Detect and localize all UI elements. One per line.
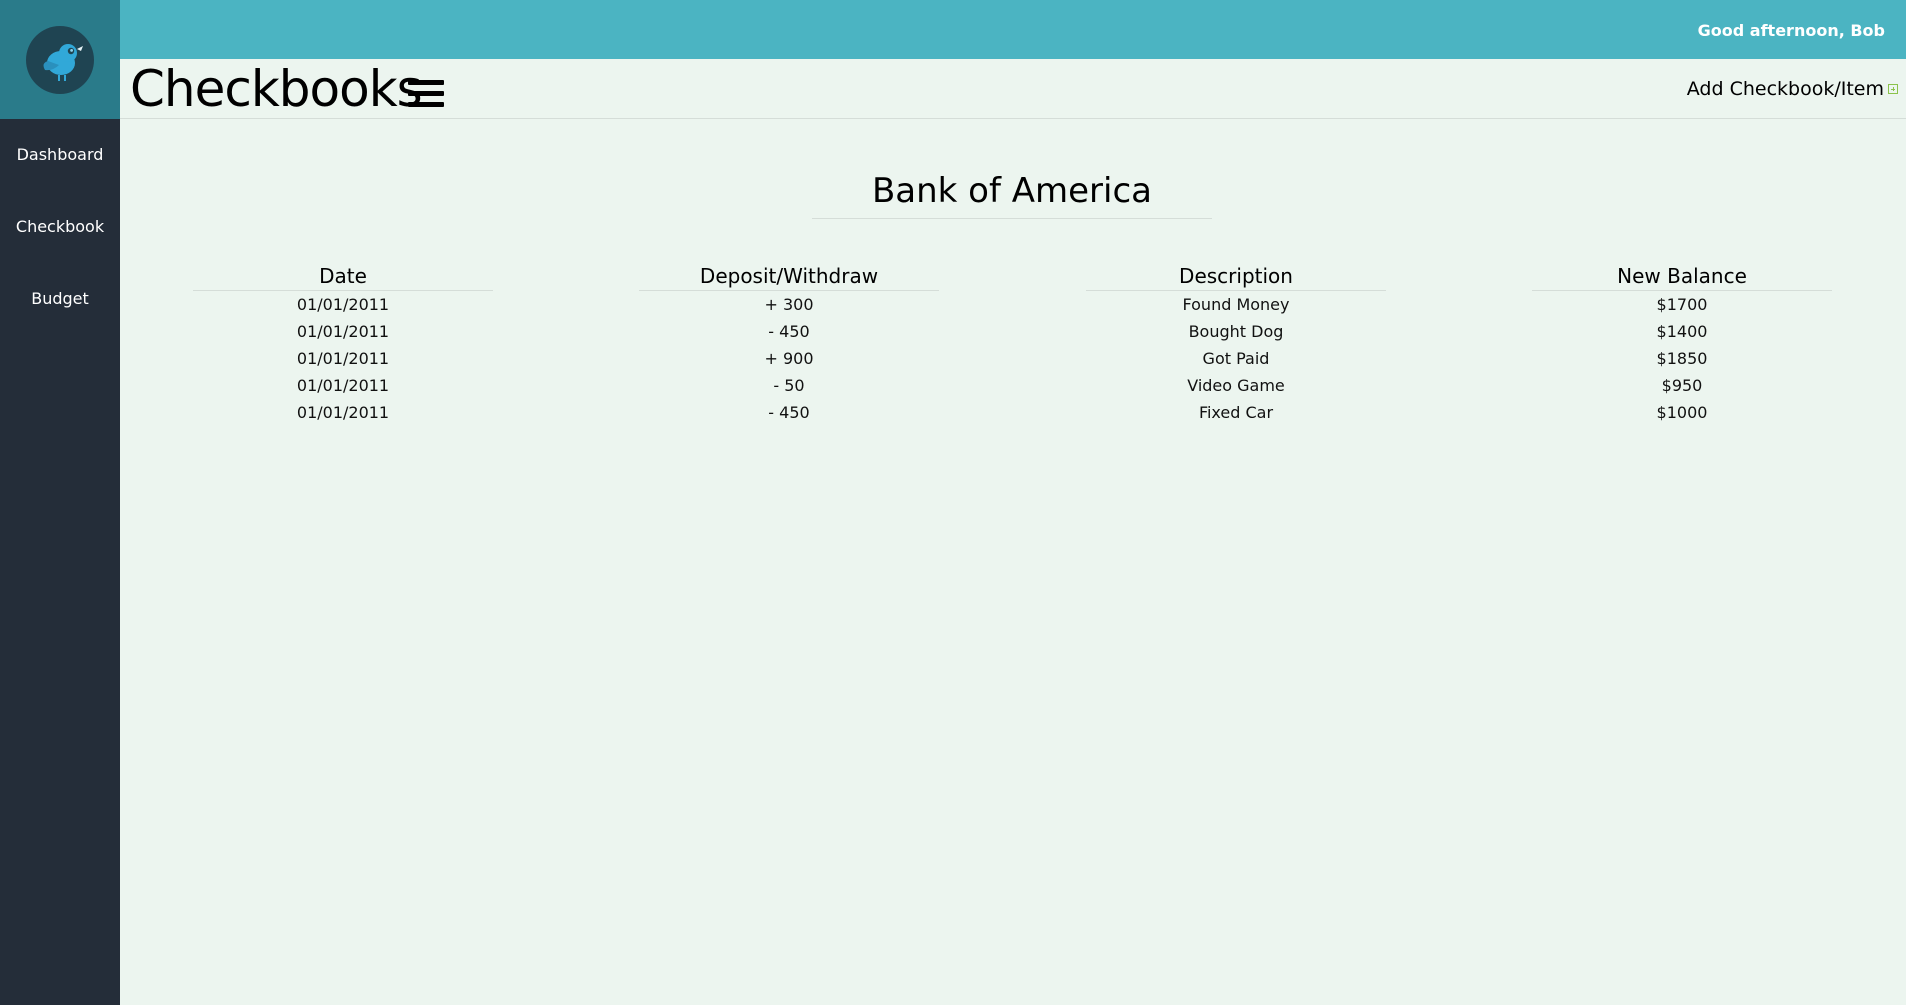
table-cell: Fixed Car [1198, 403, 1274, 422]
table-cell: Got Paid [1202, 349, 1270, 368]
column-header: Date [193, 262, 493, 291]
table-cell: - 450 [768, 322, 810, 341]
table-cell: $950 [1661, 376, 1703, 395]
logo-area[interactable] [0, 0, 120, 119]
table-cell: + 900 [764, 349, 814, 368]
table-cell: + 300 [764, 295, 814, 314]
add-checkbook-label: Add Checkbook/Item [1686, 78, 1884, 100]
plus-square-icon [1888, 84, 1898, 94]
table-cell: Video Game [1187, 376, 1285, 395]
table-cell: - 50 [773, 376, 805, 395]
user-greeting: Good afternoon, Bob [1697, 21, 1885, 40]
sidebar-nav: Dashboard Checkbook Budget [0, 119, 120, 335]
column-header: New Balance [1532, 262, 1832, 291]
table-cell: $1000 [1656, 403, 1708, 422]
sidebar-item-dashboard[interactable]: Dashboard [0, 119, 120, 191]
bird-logo-icon [26, 25, 94, 94]
table-cell: $1700 [1656, 295, 1708, 314]
checkbook-title: Bank of America [812, 168, 1212, 219]
table-cell: 01/01/2011 [296, 349, 390, 368]
table-cell: - 450 [768, 403, 810, 422]
table-cell: $1400 [1656, 322, 1708, 341]
sidebar: Dashboard Checkbook Budget [0, 0, 120, 1005]
column-deposit-withdraw: Deposit/Withdraw + 300 - 450 + 900 - 50 … [639, 262, 939, 426]
column-new-balance: New Balance $1700 $1400 $1850 $950 $1000 [1532, 262, 1832, 426]
column-description: Description Found Money Bought Dog Got P… [1086, 262, 1386, 426]
hamburger-menu-icon[interactable] [408, 80, 444, 108]
column-date: Date 01/01/2011 01/01/2011 01/01/2011 01… [193, 262, 493, 426]
table-cell: 01/01/2011 [296, 295, 390, 314]
table-cell: $1850 [1656, 349, 1708, 368]
table-cell: Bought Dog [1188, 322, 1284, 341]
column-header: Description [1086, 262, 1386, 291]
column-header: Deposit/Withdraw [639, 262, 939, 291]
sidebar-item-budget[interactable]: Budget [0, 263, 120, 335]
table-cell: 01/01/2011 [296, 403, 390, 422]
add-checkbook-link[interactable]: Add Checkbook/Item [1687, 78, 1898, 100]
sidebar-item-checkbook[interactable]: Checkbook [0, 191, 120, 263]
table-cell: Found Money [1182, 295, 1290, 314]
title-bar: Checkbooks Add Checkbook/Item [120, 59, 1906, 119]
top-bar: Good afternoon, Bob [120, 0, 1906, 59]
table-cell: 01/01/2011 [296, 376, 390, 395]
table-cell: 01/01/2011 [296, 322, 390, 341]
page-title: Checkbooks [130, 60, 423, 118]
